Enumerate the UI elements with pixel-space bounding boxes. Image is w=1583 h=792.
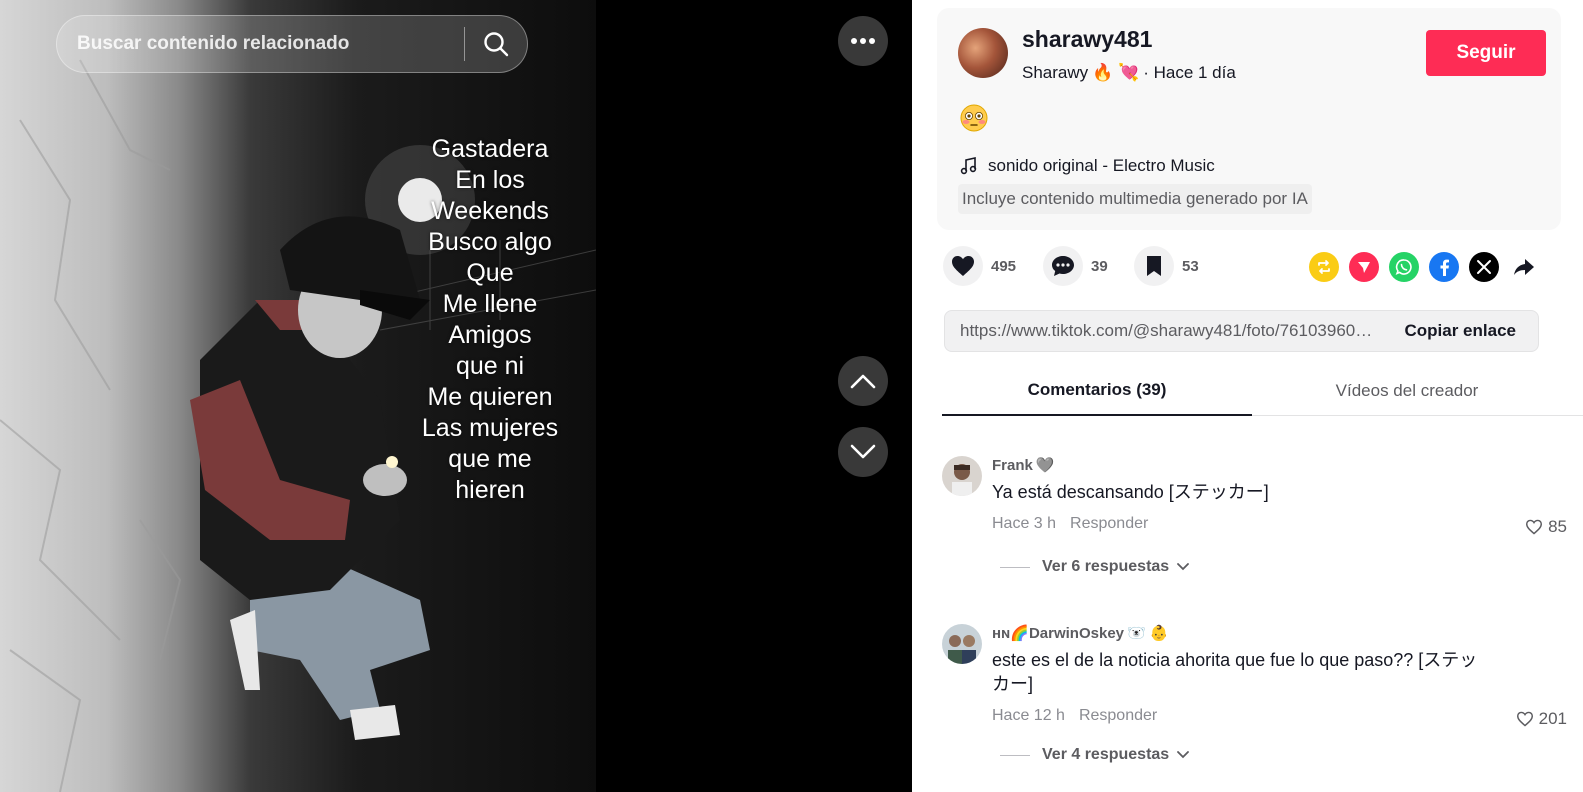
reply-button[interactable]: Responder xyxy=(1070,515,1148,533)
copy-link-button[interactable]: Copiar enlace xyxy=(1375,321,1539,341)
more-share-button[interactable] xyxy=(1509,252,1539,282)
save-action[interactable]: 53 xyxy=(1134,246,1199,286)
chevron-down-icon xyxy=(850,444,876,459)
comment-meta: Hace 12 h Responder xyxy=(992,707,1157,725)
post-caption-overlay: Gastadera En los Weekends Busco algo Que Me l… xyxy=(395,134,585,506)
repost-button[interactable] xyxy=(1309,252,1339,282)
comment-button[interactable] xyxy=(1043,246,1083,286)
caption-line: que me xyxy=(448,445,532,473)
commenter-name-emoji: 🩶 xyxy=(1035,457,1055,474)
commenter-name[interactable]: ʜɴ🌈DarwinOskey 🐻‍❄️ 👶 xyxy=(992,624,1169,642)
post-time: · Hace 1 día xyxy=(1143,63,1236,82)
heart-outline-icon xyxy=(1526,519,1543,535)
more-options-button[interactable] xyxy=(838,16,888,66)
search-button[interactable] xyxy=(465,16,527,72)
comment-time: Hace 12 h xyxy=(992,707,1065,724)
x-button[interactable] xyxy=(1469,252,1499,282)
chevron-down-icon xyxy=(1177,563,1190,571)
caption-line: que ni xyxy=(455,352,525,380)
caption-line: Las mujeres xyxy=(421,414,559,442)
facebook-button[interactable] xyxy=(1429,252,1459,282)
whatsapp-button[interactable] xyxy=(1389,252,1419,282)
search-icon xyxy=(484,32,509,57)
commenter-name-emoji: 🐻‍❄️ 👶 xyxy=(1127,625,1169,642)
search-bar xyxy=(56,15,528,73)
comment-icon xyxy=(1052,256,1074,276)
comment-like-count: 201 xyxy=(1538,709,1567,728)
next-post-button[interactable] xyxy=(838,427,888,477)
like-action[interactable]: 495 xyxy=(943,246,1016,286)
replies-line xyxy=(1000,566,1030,568)
comment-action[interactable]: 39 xyxy=(1043,246,1108,286)
caption-line: Me quieren xyxy=(427,383,553,411)
caption-line: Amigos xyxy=(448,321,532,349)
music-title: sonido original - Electro Music xyxy=(988,156,1215,175)
comment-meta: Hace 3 h Responder xyxy=(992,515,1148,533)
replies-line xyxy=(1000,754,1030,756)
view-replies-button[interactable]: Ver 6 respuestas xyxy=(1000,558,1190,576)
save-button[interactable] xyxy=(1134,246,1174,286)
previous-post-button[interactable] xyxy=(838,356,888,406)
bookmark-icon xyxy=(1147,256,1161,276)
view-replies-button[interactable]: Ver 4 respuestas xyxy=(1000,746,1190,764)
search-input[interactable] xyxy=(57,16,464,72)
x-icon xyxy=(1477,260,1491,274)
save-count: 53 xyxy=(1182,257,1199,275)
comment-like-count: 85 xyxy=(1548,517,1567,536)
heart-icon xyxy=(952,256,974,276)
share-arrow-icon xyxy=(1514,259,1534,275)
heart-outline-icon xyxy=(1516,711,1533,727)
like-count: 495 xyxy=(991,257,1017,275)
caption-line: Me llene xyxy=(442,290,538,318)
panel-tabs: Comentarios (39) Vídeos del creador xyxy=(942,366,1583,416)
tab-comments[interactable]: Comentarios (39) xyxy=(942,366,1252,416)
comment-time: Hace 3 h xyxy=(992,515,1057,532)
caption-line: Weekends xyxy=(431,197,549,225)
like-button[interactable] xyxy=(943,246,983,286)
caption-line: Que xyxy=(466,259,514,287)
send-button[interactable] xyxy=(1349,252,1379,282)
author-display-emojis: 🔥 💘 xyxy=(1092,63,1140,82)
send-icon xyxy=(1358,262,1370,273)
reply-button[interactable]: Responder xyxy=(1079,707,1157,725)
caption-line: Gastadera xyxy=(431,135,549,163)
share-link-url[interactable]: https://www.tiktok.com/@sharawy481/foto/… xyxy=(945,321,1375,341)
chevron-up-icon xyxy=(850,374,876,389)
caption-line: hieren xyxy=(455,476,525,504)
comment-like-button[interactable]: 201 xyxy=(1516,709,1567,729)
whatsapp-icon xyxy=(1395,259,1412,275)
share-link-box: https://www.tiktok.com/@sharawy481/foto/… xyxy=(944,310,1539,352)
comment-like-button[interactable]: 85 xyxy=(1525,517,1567,537)
author-avatar[interactable] xyxy=(958,28,1008,78)
caption-line: En los xyxy=(455,166,525,194)
tab-creator-videos[interactable]: Vídeos del creador xyxy=(1252,366,1562,416)
author-username[interactable]: sharawy481 xyxy=(1022,26,1152,53)
action-bar: 495 39 53 xyxy=(943,246,1553,290)
repost-icon xyxy=(1318,260,1330,274)
commenter-avatar[interactable] xyxy=(942,624,982,664)
follow-button[interactable]: Seguir xyxy=(1426,30,1546,76)
caption-line: Busco algo xyxy=(428,228,552,256)
comment-text: este es el de la noticia ahorita que fue… xyxy=(992,650,1478,694)
comment-count: 39 xyxy=(1091,257,1108,275)
media-viewer: Gastadera En los Weekends Busco algo Que Me l… xyxy=(0,0,912,792)
comment-item: Frank 🩶 Ya está descansando [ステッカー] Hace… xyxy=(942,456,1567,586)
ai-content-label: Incluye contenido multimedia generado po… xyxy=(958,184,1312,214)
author-meta: Sharawy 🔥 💘 · Hace 1 día xyxy=(1022,63,1236,83)
music-note-icon xyxy=(960,157,977,175)
comment-text: Ya está descansando [ステッカー] xyxy=(992,482,1269,502)
description-emoji xyxy=(959,103,989,133)
post-info-card: sharawy481 Sharawy 🔥 💘 · Hace 1 día Segu… xyxy=(937,8,1561,230)
author-display-name: Sharawy xyxy=(1022,63,1089,82)
chevron-down-icon xyxy=(1177,751,1190,759)
more-dots-icon xyxy=(851,38,875,44)
commenter-avatar[interactable] xyxy=(942,456,982,496)
music-link[interactable]: sonido original - Electro Music xyxy=(960,156,1215,176)
commenter-name[interactable]: Frank 🩶 xyxy=(992,456,1055,475)
comment-item: ʜɴ🌈DarwinOskey 🐻‍❄️ 👶 este es el de la n… xyxy=(942,624,1567,774)
flushed-face-icon xyxy=(960,104,988,132)
post-details-panel: sharawy481 Sharawy 🔥 💘 · Hace 1 día Segu… xyxy=(912,0,1583,792)
facebook-icon xyxy=(1440,259,1449,276)
